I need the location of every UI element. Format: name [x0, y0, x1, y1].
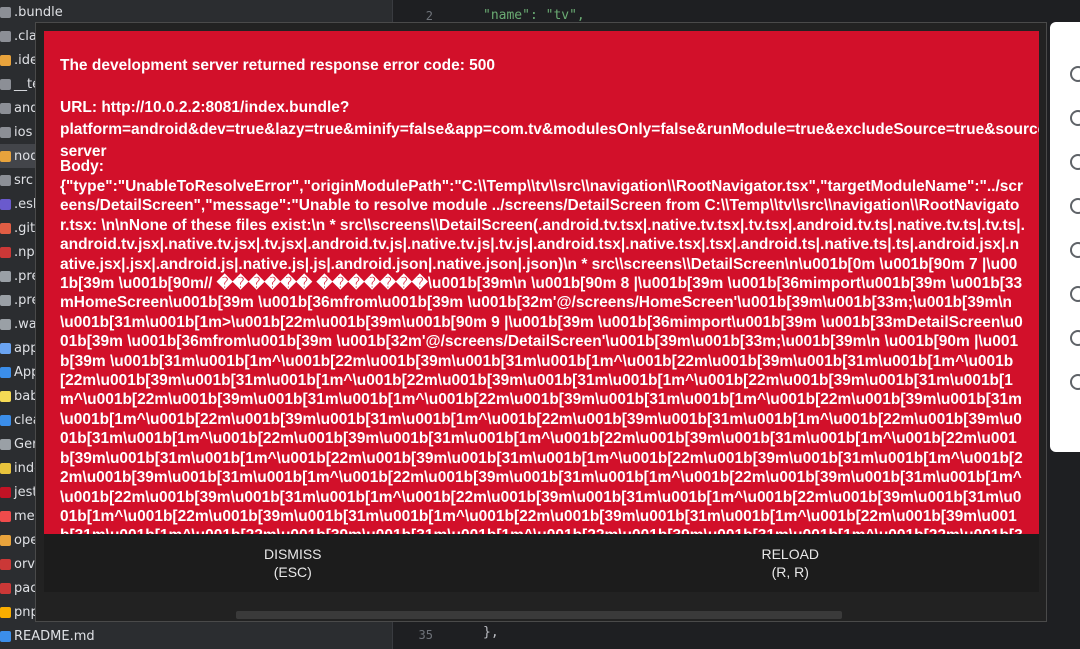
folder-icon	[0, 78, 11, 90]
power-icon[interactable]	[1070, 66, 1080, 82]
git-icon	[0, 222, 11, 234]
file-tree-label: .bundle	[14, 4, 63, 20]
file-tree-label: jest	[14, 485, 38, 501]
folder-icon	[0, 6, 11, 18]
error-url: URL: http://10.0.2.2:8081/index.bundle?p…	[60, 99, 1039, 160]
folder-icon	[0, 102, 11, 114]
camera-icon[interactable]	[1070, 198, 1080, 214]
square-icon[interactable]	[1070, 330, 1080, 346]
react-file-icon	[0, 366, 11, 378]
android-emulator: The development server returned response…	[35, 22, 1047, 622]
folder-icon	[0, 174, 11, 186]
redbox-error: The development server returned response…	[44, 31, 1039, 534]
yaml-file-icon	[0, 535, 11, 547]
error-title: The development server returned response…	[60, 57, 496, 74]
eslint-icon	[0, 198, 11, 210]
emulator-nav-bar	[236, 611, 842, 619]
dismiss-label: DISMISS	[263, 546, 322, 562]
file-tree-label: .cla	[14, 28, 37, 44]
code-line: "name": "tv",	[483, 8, 585, 23]
reload-label: RELOAD	[761, 546, 820, 562]
text-file-icon	[0, 318, 11, 330]
file-tree-label: README.md	[14, 629, 95, 645]
text-file-icon	[0, 439, 11, 451]
rotate-icon[interactable]	[1070, 286, 1080, 302]
code-line: },	[483, 625, 499, 640]
script-file-icon	[0, 415, 11, 427]
json-file-icon	[0, 342, 11, 354]
file-tree-label: .esl	[14, 196, 37, 212]
file-tree-label: Ger	[14, 437, 38, 453]
file-tree-item[interactable]: README.md	[0, 625, 392, 649]
file-tree-label: .wa	[14, 316, 37, 332]
pnpm-icon	[0, 607, 11, 619]
text-file-icon	[0, 559, 11, 571]
file-tree-label: pac	[14, 581, 38, 597]
line-number: 2	[425, 9, 433, 23]
settings-file-icon	[0, 294, 11, 306]
dismiss-shortcut: (ESC)	[273, 564, 312, 580]
volume-down-icon[interactable]	[1070, 154, 1080, 170]
more-icon[interactable]	[1070, 374, 1080, 390]
info-file-icon	[0, 631, 11, 643]
reload-shortcut: (R, R)	[771, 564, 809, 580]
npm-icon	[0, 583, 11, 595]
babel-icon	[0, 391, 11, 403]
zoom-in-icon[interactable]	[1070, 242, 1080, 258]
jest-icon	[0, 487, 11, 499]
line-number: 35	[418, 628, 433, 642]
emulator-toolbar	[1050, 22, 1080, 452]
file-tree-label: src	[14, 172, 33, 188]
dismiss-button[interactable]: DISMISS (ESC)	[44, 534, 542, 592]
js-file-icon	[0, 463, 11, 475]
folder-icon	[0, 126, 11, 138]
file-tree-item[interactable]: .bundle	[0, 0, 392, 24]
reload-button[interactable]: RELOAD (R, R)	[542, 534, 1040, 592]
redbox-button-bar: DISMISS (ESC) RELOAD (R, R)	[44, 534, 1039, 592]
folder-icon	[0, 150, 11, 162]
file-tree-label: orv	[14, 557, 35, 573]
error-body: {"type":"UnableToResolveError","originMo…	[60, 178, 1025, 534]
error-body-label: Body:	[60, 158, 104, 175]
volume-up-icon[interactable]	[1070, 110, 1080, 126]
file-tree-label: ios	[14, 124, 33, 140]
folder-icon	[0, 30, 11, 42]
file-tree-label: .git	[14, 220, 36, 236]
npm-icon	[0, 246, 11, 258]
metro-icon	[0, 511, 11, 523]
settings-file-icon	[0, 270, 11, 282]
folder-icon	[0, 54, 11, 66]
